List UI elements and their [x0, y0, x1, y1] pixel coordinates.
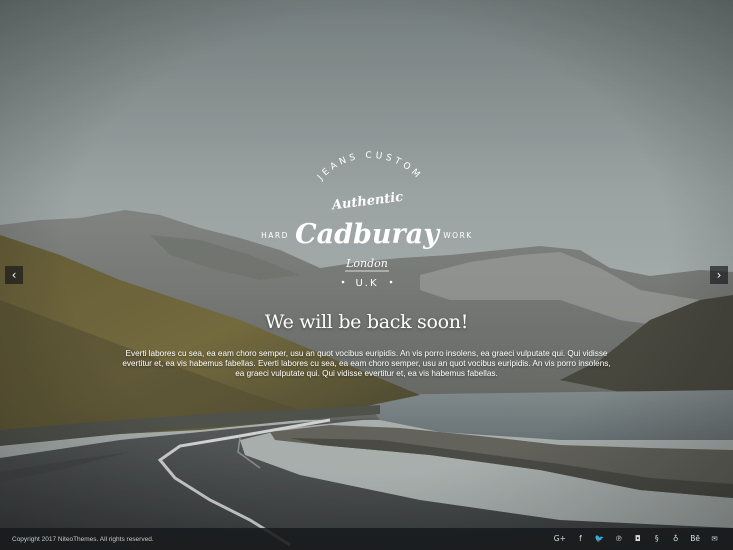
behance-icon[interactable]: Bē: [690, 534, 700, 544]
logo-city: London: [345, 257, 388, 270]
hero-body-text: Everti labores cu sea, ea eam choro semp…: [122, 349, 611, 378]
logo-arc-textpath: JEANS CUSTOM: [315, 151, 420, 183]
hero-headline: We will be back soon!: [264, 311, 469, 333]
chevron-right-icon: ›: [716, 268, 722, 282]
chevron-left-icon: ‹: [11, 268, 17, 282]
foursquare-icon[interactable]: §: [652, 534, 661, 544]
brand-logo: JEANS CUSTOM Authentic HARD WORK Cadbura…: [261, 151, 472, 289]
logo-left-word: HARD: [261, 231, 289, 240]
logo-country: U.K: [355, 278, 378, 289]
social-links: G+ f 🐦 ℗ ◘ § ♁ Bē ✉: [554, 534, 719, 544]
logo-arc-text: JEANS CUSTOM: [315, 151, 424, 183]
facebook-icon[interactable]: f: [576, 534, 585, 544]
slider-next-button[interactable]: ›: [710, 266, 728, 284]
logo-authentic-script: Authentic: [329, 190, 404, 214]
footer-bar: Copyright 2017 NiteoThemes. All rights r…: [0, 528, 733, 550]
logo-dot-right: [389, 280, 393, 284]
copyright-text: Copyright 2017 NiteoThemes. All rights r…: [12, 535, 154, 543]
svg-text:JEANS CUSTOM: JEANS CUSTOM: [315, 151, 424, 183]
instagram-icon[interactable]: ◘: [633, 534, 642, 544]
logo-brand-name: Cadburay: [295, 219, 441, 250]
slider-prev-button[interactable]: ‹: [5, 266, 23, 284]
vine-icon[interactable]: ♁: [671, 534, 680, 544]
logo-right-word: WORK: [443, 231, 472, 240]
logo-dot-left: [341, 280, 345, 284]
email-icon[interactable]: ✉: [710, 534, 719, 544]
twitter-icon[interactable]: 🐦: [595, 534, 604, 544]
pinterest-icon[interactable]: ℗: [614, 534, 623, 544]
google-plus-icon[interactable]: G+: [554, 534, 566, 544]
